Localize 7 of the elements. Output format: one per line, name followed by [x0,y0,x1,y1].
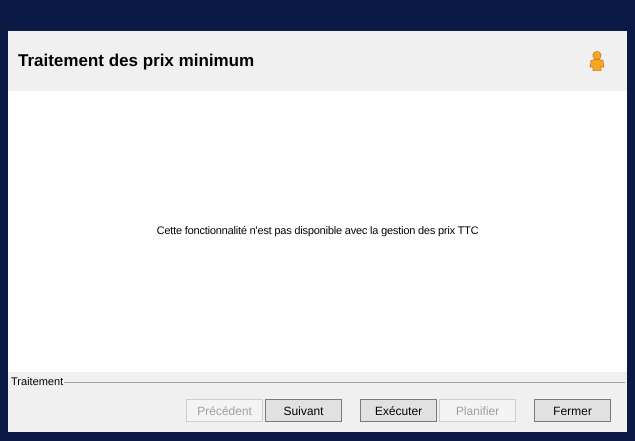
info-message: Cette fonctionnalité n'est pas disponible avec la gestion des prix TTC [156,224,478,240]
action-button[interactable]: Exécuter [360,399,437,422]
action-button[interactable]: Suivant [265,399,342,422]
window-title: Traitement des prix minimum [18,50,254,72]
group-label: Traitement [10,375,64,390]
action-button[interactable]: Fermer [534,399,611,422]
person-icon [589,51,605,71]
